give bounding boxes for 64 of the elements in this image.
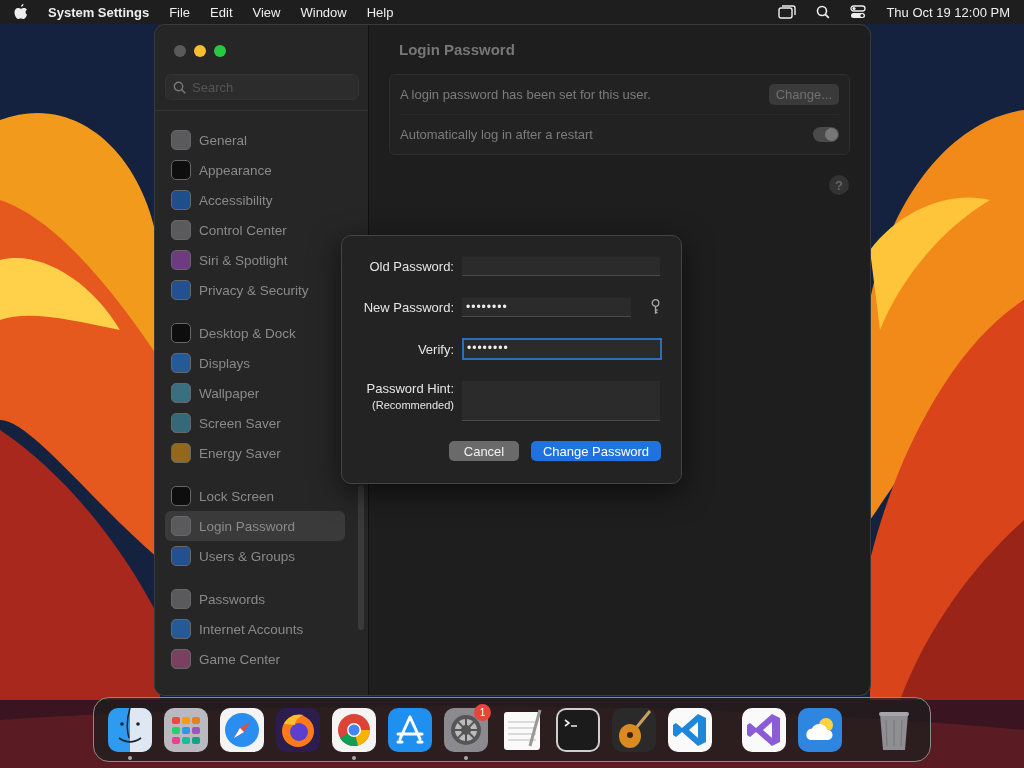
sidebar-item[interactable]: Siri & Spotlight	[165, 245, 345, 275]
sidebar-item[interactable]: Privacy & Security	[165, 275, 345, 305]
field-label: Verify:	[416, 341, 454, 357]
search-icon[interactable]	[816, 5, 831, 19]
sidebar-item[interactable]: General	[165, 125, 345, 155]
sidebar-item[interactable]: Energy Saver	[165, 438, 345, 468]
window-control-button[interactable]	[194, 45, 206, 57]
sidebar-item[interactable]: Wallpaper	[165, 378, 345, 408]
password-field[interactable]: ••••••••	[462, 297, 631, 317]
notification-badge: 1	[474, 703, 491, 721]
setting-label: Automatically log in after a restart	[400, 127, 593, 142]
finder-face-icon[interactable]	[108, 707, 152, 752]
guitar-icon[interactable]	[612, 707, 656, 752]
code-editor-icon[interactable]	[668, 707, 712, 752]
app-grid-icon[interactable]	[164, 707, 208, 752]
browser-icon[interactable]	[332, 707, 376, 752]
compass-icon[interactable]	[220, 707, 264, 752]
field-label: Old Password:	[368, 258, 454, 274]
window-control-button[interactable]	[214, 45, 226, 57]
running-indicator	[128, 755, 132, 760]
menu-item[interactable]: System Settings	[48, 4, 150, 20]
windows-icon[interactable]	[778, 5, 797, 19]
sidebar-item[interactable]: Internet Accounts	[165, 614, 345, 644]
sidebar-item[interactable]: Lock Screen	[165, 481, 345, 511]
sidebar-item[interactable]: Screen Saver	[165, 408, 345, 438]
sidebar-item[interactable]: Desktop & Dock	[165, 318, 345, 348]
running-indicator	[464, 755, 468, 760]
sidebar-item[interactable]: Passwords	[165, 584, 345, 614]
field-label: Password Hint:	[366, 381, 454, 396]
clock-text[interactable]: Thu Oct 19 12:00 PM	[886, 4, 1010, 20]
control-center-icon[interactable]	[850, 5, 867, 19]
password-field[interactable]: ••••••••	[462, 338, 662, 360]
fox-icon[interactable]	[276, 707, 320, 752]
code-editor-icon[interactable]	[742, 707, 786, 752]
running-indicator	[352, 755, 356, 760]
password-field[interactable]	[462, 256, 660, 276]
sidebar-item[interactable]: Appearance	[165, 155, 345, 185]
toggle-switch[interactable]	[813, 127, 839, 142]
sidebar-item[interactable]: Accessibility	[165, 185, 345, 215]
change-password-button[interactable]: Change Password	[531, 441, 661, 461]
field-sublabel: (Recommended)	[372, 399, 454, 411]
terminal-icon[interactable]	[556, 707, 600, 752]
sidebar-item[interactable]: Login Password	[165, 511, 345, 541]
key-icon[interactable]	[651, 299, 660, 315]
app-store-icon[interactable]	[388, 707, 432, 752]
scrollbar[interactable]	[358, 485, 364, 630]
menu-item[interactable]: View	[252, 4, 281, 20]
setting-label: A login password has been set for this user.	[400, 87, 651, 102]
apple-icon[interactable]	[14, 4, 28, 20]
sidebar-item[interactable]: Control Center	[165, 215, 345, 245]
weather-icon[interactable]	[798, 707, 842, 752]
menu-item[interactable]: Help	[366, 4, 394, 20]
sidebar-item[interactable]: Displays	[165, 348, 345, 378]
menu-item[interactable]: File	[169, 4, 191, 20]
menu-item[interactable]: Edit	[210, 4, 233, 20]
search-icon	[173, 81, 186, 94]
page-title: Login Password	[399, 41, 516, 58]
menu-item[interactable]: Window	[300, 4, 347, 20]
hint-field[interactable]	[462, 381, 660, 421]
gear-icon[interactable]	[444, 707, 488, 752]
field-label: New Password:	[362, 299, 454, 315]
sidebar-item[interactable]: Game Center	[165, 644, 345, 674]
sidebar-item[interactable]: Users & Groups	[165, 541, 345, 571]
cancel-button[interactable]: Cancel	[449, 441, 519, 461]
